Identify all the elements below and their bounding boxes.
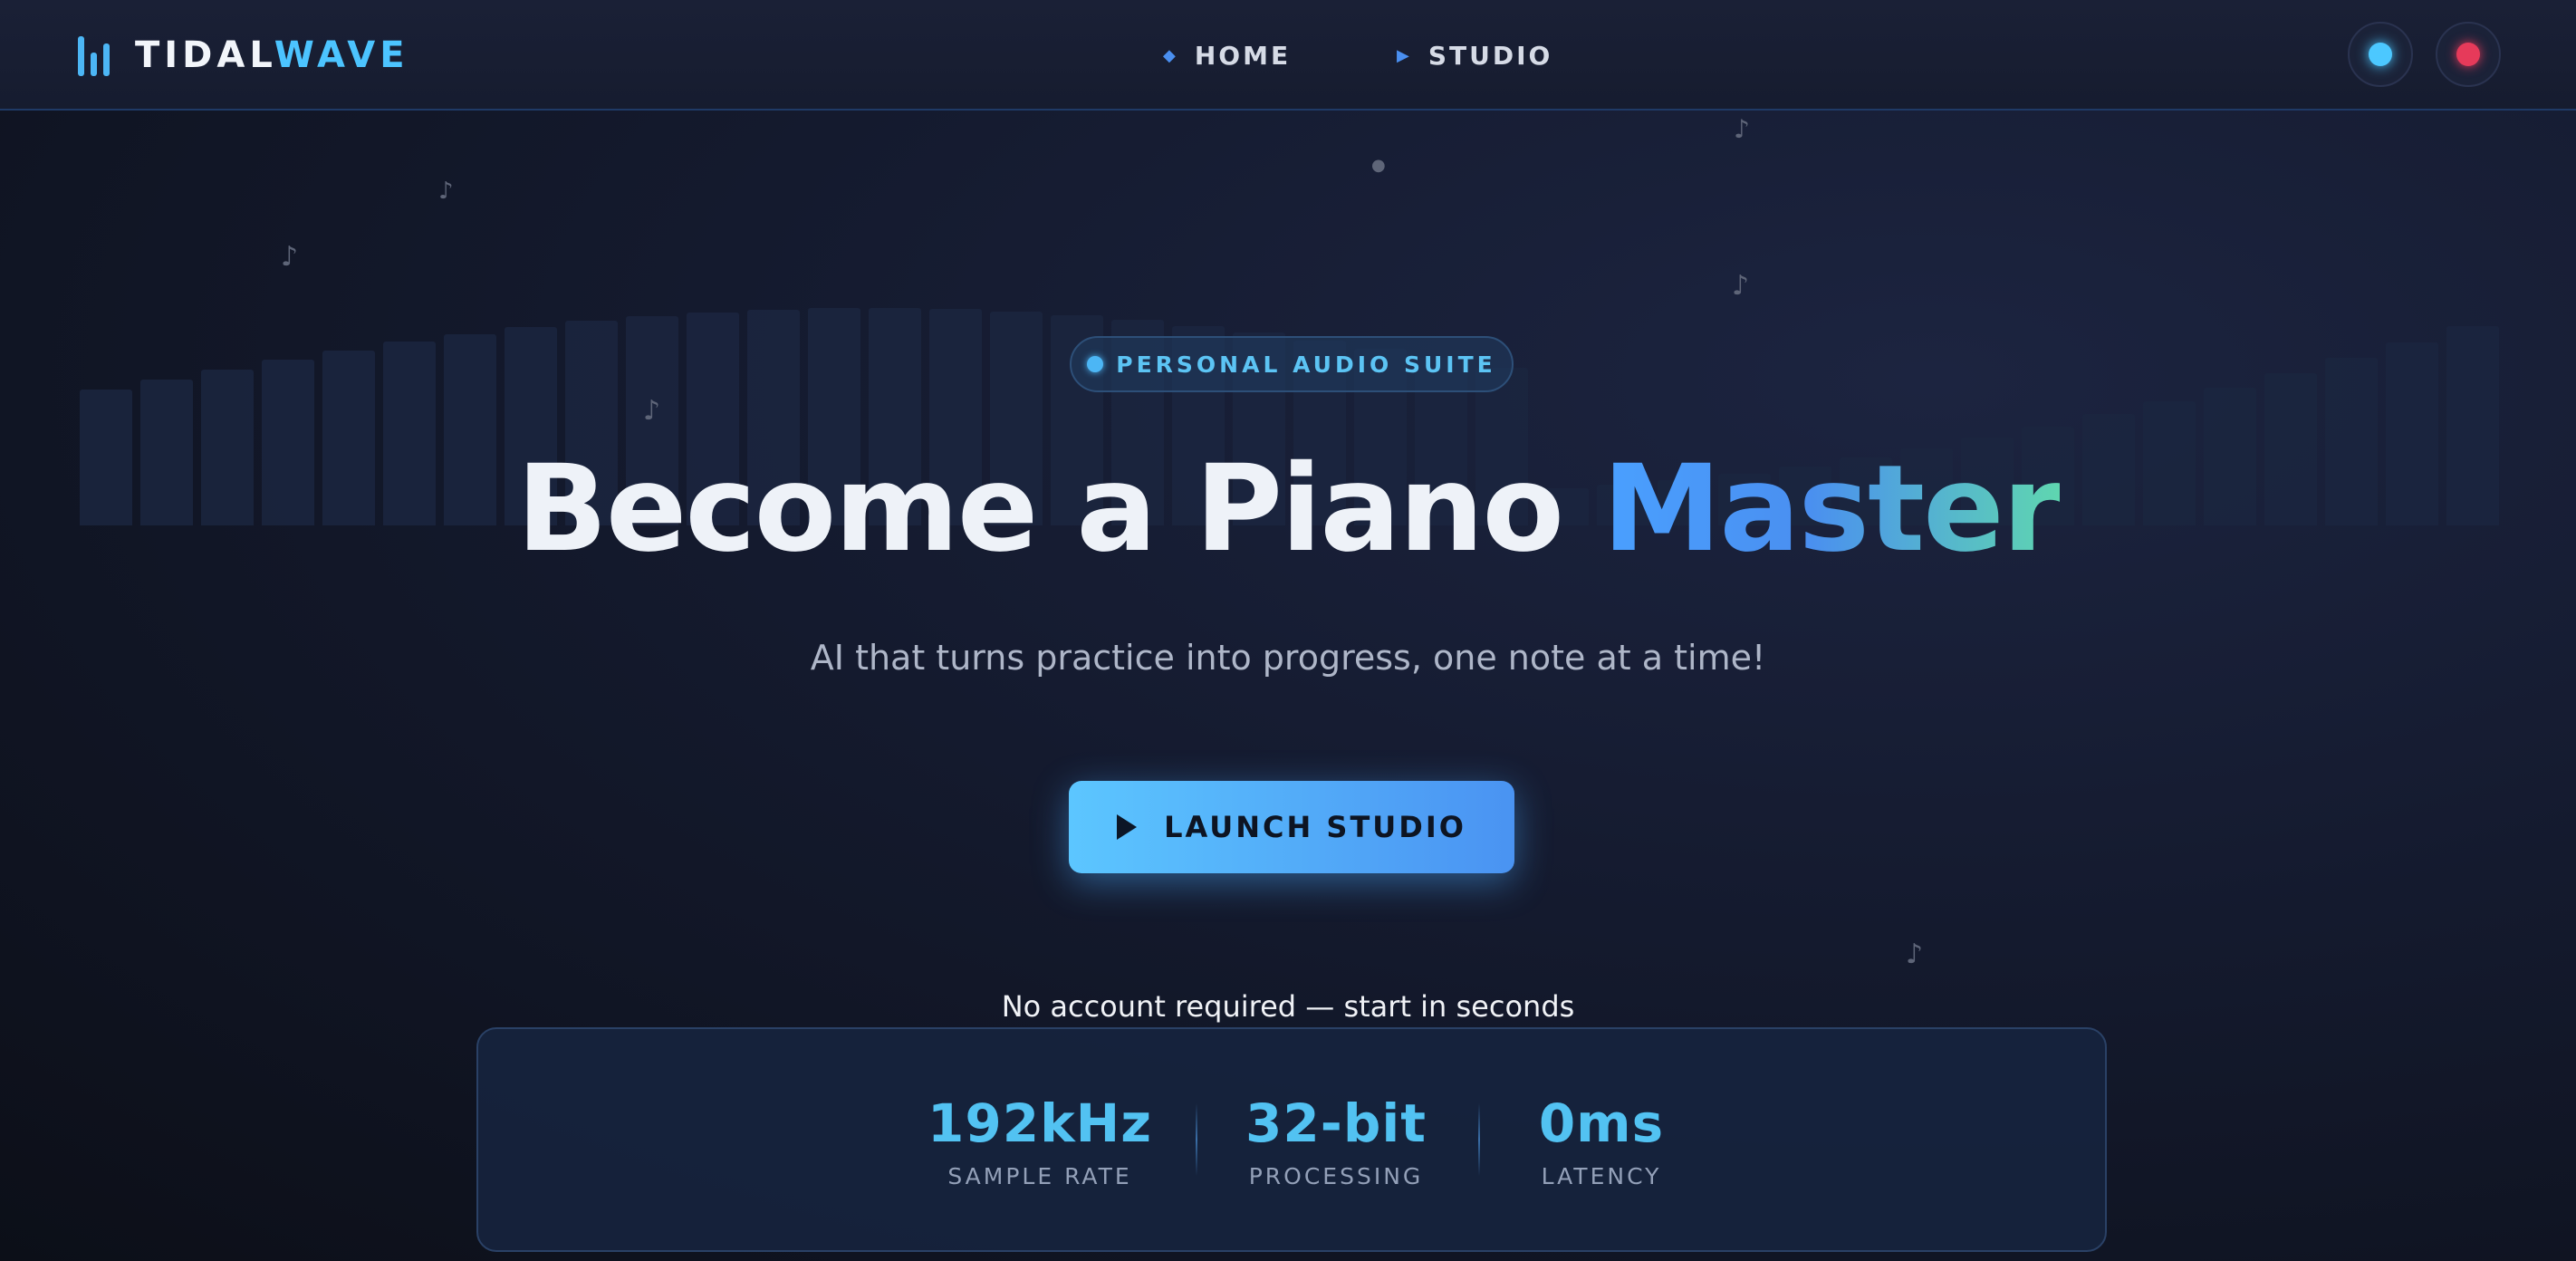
launch-studio-button[interactable]: LAUNCH STUDIO [1069,781,1514,873]
music-note-icon: ● [1371,156,1386,175]
stat-sample-rate: 192kHz SAMPLE RATE [922,1093,1158,1189]
stat-processing: 32-bit PROCESSING [1223,1093,1449,1189]
record-dot-icon [2456,43,2480,66]
music-note-icon: ♪ [1906,939,1924,970]
music-note-icon: ♪ [1734,114,1750,144]
no-account-note: No account required — start in seconds [1001,989,1575,1024]
stat-label: SAMPLE RATE [947,1163,1132,1189]
nav-item-home[interactable]: ◆ HOME [1163,33,1291,78]
stat-label: LATENCY [1541,1163,1662,1189]
record-button[interactable] [2436,22,2501,87]
stat-value: 32-bit [1245,1093,1427,1154]
brand-word-2: WAVE [274,34,409,76]
brand-word-1: TIDAL [135,34,274,76]
badge-dot-icon [1087,356,1104,372]
launch-studio-label: LAUNCH STUDIO [1164,810,1466,844]
stat-value: 0ms [1538,1093,1665,1154]
top-navigation-bar: TIDALWAVE ◆ HOME ▶ STUDIO [0,0,2576,111]
brand-logo[interactable]: TIDALWAVE [78,31,409,80]
music-note-icon: ♪ [281,241,299,273]
hero-title-main: Become a Piano [516,439,1603,579]
hero-title-accent: Master [1602,439,2062,579]
brand-name: TIDALWAVE [135,34,409,76]
stat-divider [1196,1103,1197,1176]
diamond-icon: ◆ [1163,45,1178,65]
hero-title: Become a Piano Master [0,439,2576,579]
music-note-icon: ♪ [438,178,454,205]
badge-label: PERSONAL AUDIO SUITE [1116,351,1496,378]
stat-label: PROCESSING [1248,1163,1424,1189]
stats-panel: 192kHz SAMPLE RATE 32-bit PROCESSING 0ms… [476,1027,2107,1252]
play-icon [1117,814,1138,840]
equalizer-icon [78,34,110,76]
nav-item-studio[interactable]: ▶ STUDIO [1397,33,1552,78]
nav-item-home-label: HOME [1194,40,1292,71]
personal-audio-suite-badge: PERSONAL AUDIO SUITE [1070,336,1514,392]
play-icon: ▶ [1397,45,1412,65]
hero-subtitle: AI that turns practice into progress, on… [810,638,1766,678]
music-note-icon: ♪ [1732,270,1750,302]
music-note-icon: ♪ [643,395,661,427]
stat-value: 192kHz [928,1093,1152,1154]
stat-latency: 0ms LATENCY [1502,1093,1701,1189]
status-dot-icon [2369,43,2392,66]
stat-divider [1478,1103,1480,1176]
status-indicator-button[interactable] [2348,22,2413,87]
nav-item-studio-label: STUDIO [1427,40,1553,71]
